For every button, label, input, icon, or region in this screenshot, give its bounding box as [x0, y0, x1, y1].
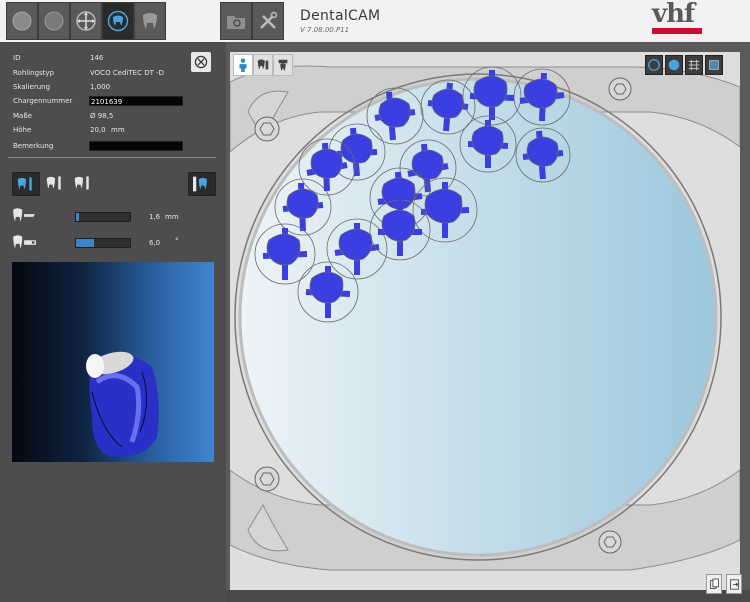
blank-type-label: Rohlingstyp [13, 69, 55, 77]
angle-unit: ° [175, 237, 179, 245]
copy-icon [709, 578, 719, 589]
batch-label: Chargennummer [13, 97, 73, 105]
app-title: DentalCAM [300, 8, 381, 24]
circle-outline-icon [648, 59, 660, 71]
export-button[interactable] [726, 574, 742, 594]
angle-value: 6,0 [149, 239, 161, 247]
blank-settings-button[interactable] [191, 52, 211, 72]
angle-icon [10, 232, 40, 254]
folder-gear-icon [227, 16, 245, 29]
tool-job[interactable] [220, 2, 252, 40]
view-hold-button[interactable] [273, 54, 293, 76]
tooth-other-icon [74, 176, 89, 190]
tab-blank[interactable] [38, 2, 70, 40]
distance-value: 1,6 [149, 213, 161, 221]
tooth-type-bridge-button[interactable] [42, 172, 68, 194]
view-filled-button[interactable] [665, 55, 683, 75]
tooth-pair-icon [257, 59, 269, 70]
tab-circle[interactable] [6, 2, 38, 40]
vhf-logo: vhf [652, 0, 702, 36]
distance-icon [10, 205, 40, 227]
app-version: V 7.08.00.P11 [300, 26, 350, 34]
export-icon [729, 578, 739, 590]
tools-icon [260, 11, 278, 29]
person-icon [239, 58, 247, 72]
height-value: 20,0 [90, 126, 106, 134]
tool-settings[interactable] [252, 2, 284, 40]
move-icon [76, 11, 96, 31]
divider [8, 157, 216, 158]
disc-tools-icon [194, 55, 208, 69]
grid-icon [688, 59, 700, 71]
angle-slider-fill [76, 239, 94, 247]
tooth-bridge-icon [46, 176, 61, 190]
tooth-disc-icon [107, 10, 129, 32]
tooth-type-single-button[interactable] [12, 172, 40, 196]
distance-unit: mm [165, 213, 179, 221]
tab-tooth[interactable] [134, 2, 166, 40]
tooth-icon [143, 13, 157, 29]
view-multi-button[interactable] [253, 54, 273, 76]
id-value: 146 [90, 54, 104, 62]
height-label: Höhe [13, 126, 32, 134]
tooth-disc-small-icon [193, 176, 207, 192]
blank-circle-icon [44, 11, 64, 31]
view-outline-button[interactable] [645, 55, 663, 75]
scaling-value: 1,000 [90, 83, 111, 91]
id-label: ID [13, 54, 21, 62]
logo-text: vhf [652, 0, 695, 29]
tooth-type-other-button[interactable] [70, 172, 96, 194]
copy-button[interactable] [706, 574, 722, 594]
batch-input[interactable]: 2101639 [89, 96, 183, 106]
blank-disc-view [230, 52, 740, 590]
tooth-single-icon [17, 177, 32, 191]
view-frame-button[interactable] [705, 55, 723, 75]
frame-icon [709, 60, 719, 70]
blank-type-value: VOCO CediTEC DT -D [90, 69, 164, 77]
tooth-3d-model [86, 351, 159, 457]
nesting-canvas[interactable] [230, 52, 740, 590]
remark-label: Bemerkung [13, 142, 54, 150]
logo-bar [652, 28, 702, 34]
distance-slider[interactable] [75, 212, 131, 222]
dimensions-value: Ø 98,5 [90, 112, 114, 120]
tooth-view-button[interactable] [188, 172, 216, 196]
tab-move[interactable] [70, 2, 102, 40]
circle-icon [12, 11, 32, 31]
tooth-holder-icon [278, 59, 288, 72]
filled-circle-icon [668, 59, 680, 71]
height-unit: mm [111, 126, 125, 134]
tab-nesting[interactable] [102, 2, 134, 40]
angle-slider[interactable] [75, 238, 131, 248]
tooth-preview[interactable] [12, 262, 214, 462]
top-toolbar: DentalCAM V 7.08.00.P11 vhf [0, 0, 750, 43]
view-single-button[interactable] [233, 54, 253, 76]
scaling-label: Skalierung [13, 83, 51, 91]
dimensions-label: Maße [13, 112, 33, 120]
remark-input[interactable] [89, 141, 183, 151]
distance-slider-fill [76, 213, 79, 221]
view-grid-button[interactable] [685, 55, 703, 75]
